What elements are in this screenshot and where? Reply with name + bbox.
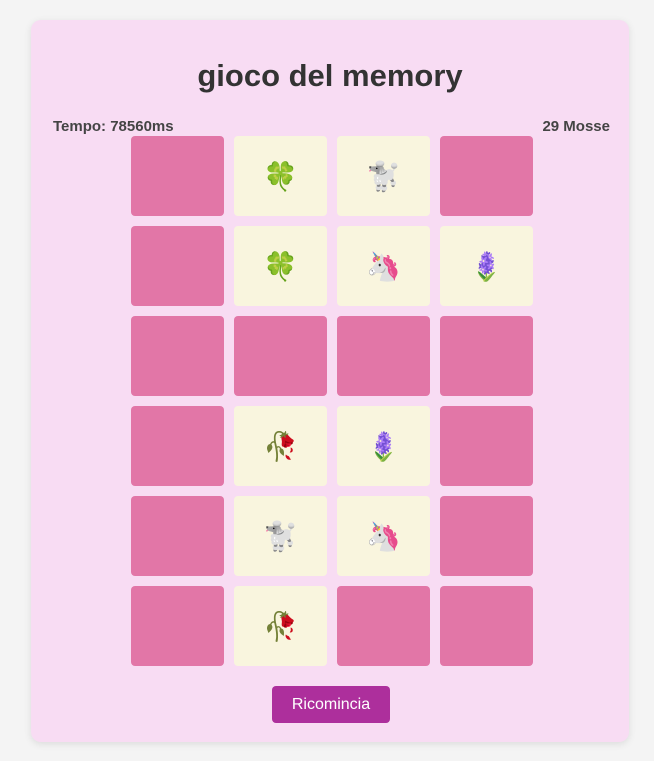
memory-card-hidden[interactable] xyxy=(131,496,224,576)
memory-card-hidden[interactable] xyxy=(131,586,224,666)
memory-card-hidden[interactable] xyxy=(337,316,430,396)
memory-card-revealed[interactable]: 🦄 xyxy=(337,226,430,306)
memory-card-revealed[interactable]: 🍀 xyxy=(234,226,327,306)
memory-card-hidden[interactable] xyxy=(440,406,533,486)
stats-bar: Tempo: 78560ms 29 Mosse xyxy=(53,118,610,135)
four-leaf-clover-icon: 🍀 xyxy=(263,249,298,283)
game-panel: gioco del memory Tempo: 78560ms 29 Mosse… xyxy=(31,20,629,742)
wilted-flower-icon: 🥀 xyxy=(263,429,298,463)
page-title: gioco del memory xyxy=(197,58,463,93)
memory-card-hidden[interactable] xyxy=(337,586,430,666)
memory-card-revealed[interactable]: 🐩 xyxy=(337,136,430,216)
unicorn-icon: 🦄 xyxy=(366,519,401,553)
memory-card-hidden[interactable] xyxy=(131,406,224,486)
memory-card-hidden[interactable] xyxy=(440,136,533,216)
wilted-flower-icon: 🥀 xyxy=(263,609,298,643)
restart-button[interactable]: Ricomincia xyxy=(272,686,390,723)
hyacinth-icon: 🪻 xyxy=(366,429,401,463)
hyacinth-icon: 🪻 xyxy=(469,249,504,283)
memory-card-revealed[interactable]: 🪻 xyxy=(337,406,430,486)
memory-card-hidden[interactable] xyxy=(131,226,224,306)
memory-card-hidden[interactable] xyxy=(234,316,327,396)
card-grid: 🍀 🐩 🍀 🦄 🪻 🥀 🪻 🐩 🦄 🥀 xyxy=(131,136,533,666)
timer-label: Tempo: 78560ms xyxy=(53,118,174,135)
memory-card-hidden[interactable] xyxy=(131,136,224,216)
memory-card-revealed[interactable]: 🪻 xyxy=(440,226,533,306)
memory-card-revealed[interactable]: 🥀 xyxy=(234,586,327,666)
unicorn-icon: 🦄 xyxy=(366,249,401,283)
moves-counter: 29 Mosse xyxy=(542,118,610,135)
memory-card-hidden[interactable] xyxy=(440,496,533,576)
memory-card-revealed[interactable]: 🐩 xyxy=(234,496,327,576)
memory-card-revealed[interactable]: 🦄 xyxy=(337,496,430,576)
memory-card-revealed[interactable]: 🍀 xyxy=(234,136,327,216)
memory-card-hidden[interactable] xyxy=(440,316,533,396)
memory-card-hidden[interactable] xyxy=(440,586,533,666)
memory-card-hidden[interactable] xyxy=(131,316,224,396)
memory-card-revealed[interactable]: 🥀 xyxy=(234,406,327,486)
four-leaf-clover-icon: 🍀 xyxy=(263,159,298,193)
poodle-icon: 🐩 xyxy=(263,519,298,553)
poodle-icon: 🐩 xyxy=(366,159,401,193)
